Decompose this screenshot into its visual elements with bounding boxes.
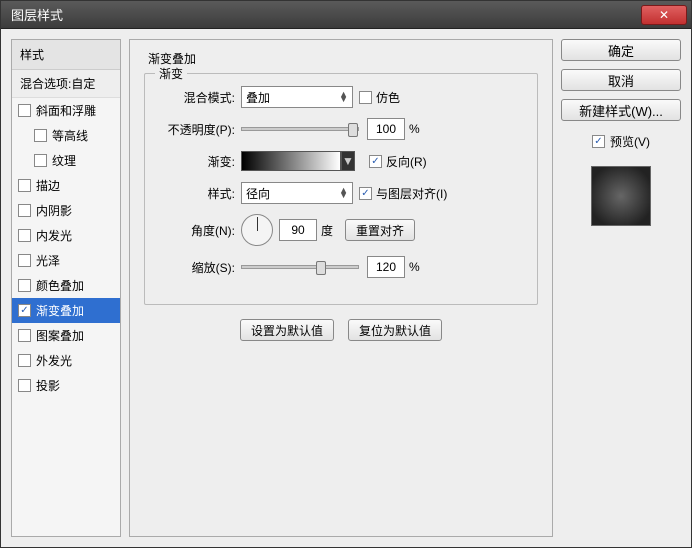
layer-style-dialog: 图层样式 ✕ 样式 混合选项:自定 斜面和浮雕等高线纹理描边内阴影内发光光泽颜色… (0, 0, 692, 548)
angle-unit: 度 (321, 222, 333, 239)
sidebar-item[interactable]: 纹理 (12, 148, 120, 173)
checkbox-icon[interactable] (18, 279, 31, 292)
checkbox-icon[interactable] (18, 254, 31, 267)
preview-checkbox[interactable]: 预览(V) (561, 133, 681, 150)
opacity-label: 不透明度(P): (159, 121, 241, 138)
make-default-button[interactable]: 设置为默认值 (240, 319, 334, 341)
checkbox-icon (592, 135, 605, 148)
opacity-unit: % (409, 122, 420, 136)
sidebar-item[interactable]: 等高线 (12, 123, 120, 148)
checkbox-icon (359, 91, 372, 104)
checkbox-icon[interactable] (34, 129, 47, 142)
slider-thumb[interactable] (348, 123, 358, 137)
ok-button[interactable]: 确定 (561, 39, 681, 61)
angle-dial[interactable] (241, 214, 273, 246)
sidebar-subheader[interactable]: 混合选项:自定 (12, 70, 120, 98)
cancel-button[interactable]: 取消 (561, 69, 681, 91)
checkbox-icon[interactable] (18, 379, 31, 392)
reset-align-button[interactable]: 重置对齐 (345, 219, 415, 241)
sidebar-item-label: 内发光 (36, 227, 72, 244)
style-label: 样式: (159, 185, 241, 202)
dither-label: 仿色 (376, 89, 400, 106)
section-title: 渐变叠加 (144, 50, 538, 67)
dither-checkbox[interactable]: 仿色 (359, 89, 400, 106)
sidebar-item-label: 外发光 (36, 352, 72, 369)
angle-input[interactable]: 90 (279, 219, 317, 241)
checkbox-icon (359, 187, 372, 200)
preview-label: 预览(V) (610, 133, 650, 150)
sidebar-item[interactable]: 内发光 (12, 223, 120, 248)
fieldset-legend: 渐变 (155, 65, 187, 82)
checkbox-icon[interactable] (18, 304, 31, 317)
gradient-fieldset: 渐变 混合模式: 叠加 ▲▼ 仿色 不透明度(P): 100 (144, 73, 538, 305)
sidebar-item-label: 等高线 (52, 127, 88, 144)
reset-default-button[interactable]: 复位为默认值 (348, 319, 442, 341)
checkbox-icon[interactable] (18, 354, 31, 367)
close-button[interactable]: ✕ (641, 5, 687, 25)
reverse-checkbox[interactable]: 反向(R) (369, 153, 427, 170)
preview-swatch (591, 166, 651, 226)
opacity-input[interactable]: 100 (367, 118, 405, 140)
style-value: 径向 (246, 185, 270, 202)
main-panel: 渐变叠加 渐变 混合模式: 叠加 ▲▼ 仿色 不透明度(P): (129, 39, 553, 537)
sidebar-item-label: 描边 (36, 177, 60, 194)
checkbox-icon[interactable] (18, 329, 31, 342)
sidebar-item[interactable]: 颜色叠加 (12, 273, 120, 298)
sidebar-item[interactable]: 描边 (12, 173, 120, 198)
reverse-label: 反向(R) (386, 153, 427, 170)
sidebar-item[interactable]: 光泽 (12, 248, 120, 273)
sidebar-header: 样式 (12, 40, 120, 70)
angle-label: 角度(N): (159, 222, 241, 239)
titlebar[interactable]: 图层样式 ✕ (1, 1, 691, 29)
align-label: 与图层对齐(I) (376, 185, 447, 202)
sidebar-item[interactable]: 图案叠加 (12, 323, 120, 348)
styles-sidebar: 样式 混合选项:自定 斜面和浮雕等高线纹理描边内阴影内发光光泽颜色叠加渐变叠加图… (11, 39, 121, 537)
sidebar-item-label: 光泽 (36, 252, 60, 269)
scale-input[interactable]: 120 (367, 256, 405, 278)
gradient-dropdown-button[interactable]: ▼ (341, 151, 355, 171)
chevron-down-icon: ▼ (342, 154, 354, 168)
checkbox-icon[interactable] (18, 204, 31, 217)
sidebar-item-label: 斜面和浮雕 (36, 102, 96, 119)
blend-mode-select[interactable]: 叠加 ▲▼ (241, 86, 353, 108)
sidebar-item[interactable]: 渐变叠加 (12, 298, 120, 323)
blend-mode-value: 叠加 (246, 89, 270, 106)
new-style-button[interactable]: 新建样式(W)... (561, 99, 681, 121)
checkbox-icon[interactable] (18, 229, 31, 242)
gradient-swatch[interactable] (241, 151, 341, 171)
checkbox-icon[interactable] (34, 154, 47, 167)
sidebar-item-label: 渐变叠加 (36, 302, 84, 319)
right-panel: 确定 取消 新建样式(W)... 预览(V) (561, 39, 681, 537)
opacity-slider[interactable] (241, 127, 359, 131)
align-checkbox[interactable]: 与图层对齐(I) (359, 185, 447, 202)
sidebar-item-label: 投影 (36, 377, 60, 394)
style-select[interactable]: 径向 ▲▼ (241, 182, 353, 204)
close-icon: ✕ (659, 8, 669, 22)
scale-label: 缩放(S): (159, 259, 241, 276)
window-title: 图层样式 (11, 5, 63, 24)
checkbox-icon (369, 155, 382, 168)
chevron-updown-icon: ▲▼ (339, 188, 348, 198)
slider-thumb[interactable] (316, 261, 326, 275)
dialog-body: 样式 混合选项:自定 斜面和浮雕等高线纹理描边内阴影内发光光泽颜色叠加渐变叠加图… (1, 29, 691, 547)
blend-mode-label: 混合模式: (159, 89, 241, 106)
sidebar-item-label: 颜色叠加 (36, 277, 84, 294)
sidebar-item[interactable]: 外发光 (12, 348, 120, 373)
chevron-updown-icon: ▲▼ (339, 92, 348, 102)
gradient-label: 渐变: (159, 153, 241, 170)
sidebar-item[interactable]: 斜面和浮雕 (12, 98, 120, 123)
sidebar-item-label: 纹理 (52, 152, 76, 169)
sidebar-item[interactable]: 投影 (12, 373, 120, 398)
checkbox-icon[interactable] (18, 104, 31, 117)
checkbox-icon[interactable] (18, 179, 31, 192)
sidebar-item[interactable]: 内阴影 (12, 198, 120, 223)
scale-slider[interactable] (241, 265, 359, 269)
scale-unit: % (409, 260, 420, 274)
sidebar-item-label: 内阴影 (36, 202, 72, 219)
sidebar-item-label: 图案叠加 (36, 327, 84, 344)
